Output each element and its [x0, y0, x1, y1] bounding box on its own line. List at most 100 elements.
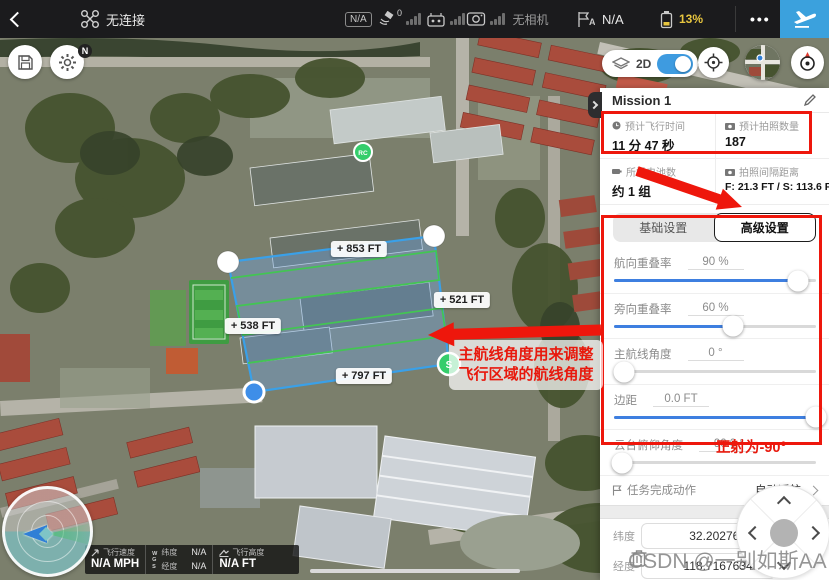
layers-icon	[612, 57, 630, 71]
gimbal-annotation: 正射为-90°	[716, 436, 786, 457]
locate-button[interactable]	[698, 47, 729, 78]
chevron-right-icon	[590, 101, 598, 109]
trash-icon	[630, 548, 648, 568]
slider-margin: 边距0.0 FT	[600, 385, 829, 431]
battery-status[interactable]: 13%	[660, 0, 703, 38]
map-mode-label: 2D	[636, 57, 651, 71]
slider-thumb[interactable]	[612, 452, 633, 473]
cross-icon: +	[440, 294, 446, 306]
battery-percent: 13%	[679, 12, 703, 26]
course-overlap-value[interactable]: 90 %	[688, 256, 744, 270]
slider-track[interactable]	[614, 325, 816, 328]
cross-icon: +	[342, 370, 348, 382]
slider-route-angle: 主航线角度0 °	[600, 339, 829, 385]
svg-text:S: S	[446, 360, 453, 371]
telemetry-altitude: 飞行高度 N/A FT	[212, 545, 270, 574]
mission-panel: Mission 1 预计飞行时间 11 分 47 秒 预计拍照数量 187	[600, 88, 829, 580]
map-2d-toggle[interactable]	[657, 54, 693, 74]
battery-icon	[660, 10, 673, 29]
edge-length-label: +538 FT	[225, 318, 281, 334]
nudge-down-icon[interactable]	[777, 556, 791, 570]
rc-status[interactable]	[426, 0, 465, 38]
svg-text:A: A	[589, 17, 595, 27]
edge-length-label: +521 FT	[434, 292, 490, 308]
map-mode-pill: 2D	[602, 50, 698, 77]
minimap-button[interactable]	[745, 45, 780, 80]
gps-signal-bars	[406, 13, 421, 25]
remote-controller-icon	[426, 11, 446, 28]
flag-icon	[612, 485, 622, 496]
app-root: S RC +853 FT +521 FT +538 FT +797 FT 无连接	[0, 0, 829, 580]
flight-mode-badge: N/A	[345, 12, 372, 27]
tab-advanced-settings[interactable]: 高级设置	[714, 213, 817, 242]
minimap-thumbnail	[745, 45, 780, 80]
slider-thumb[interactable]	[723, 316, 744, 337]
rc-mode-status[interactable]: A N/A	[576, 0, 624, 38]
edit-pencil-icon[interactable]	[803, 93, 817, 107]
slider-track[interactable]	[614, 461, 816, 464]
gps-status[interactable]: 0	[378, 0, 421, 38]
takeoff-airplane-icon	[793, 8, 817, 30]
gps-count: 0	[397, 8, 402, 18]
rc-mode-value: N/A	[602, 12, 624, 27]
dpad-center[interactable]	[770, 519, 798, 547]
slider-track[interactable]	[614, 416, 816, 419]
slider-thumb[interactable]	[614, 361, 635, 382]
aircraft-status[interactable]: 无连接	[80, 0, 145, 38]
nudge-left-icon[interactable]	[748, 526, 762, 540]
edge-length-label: +797 FT	[336, 368, 392, 384]
gear-icon	[58, 53, 77, 72]
battery-small-icon	[612, 167, 622, 176]
home-indicator[interactable]	[310, 569, 520, 573]
compass-north-badge: N	[78, 44, 92, 58]
drone-icon	[80, 9, 100, 29]
slider-thumb[interactable]	[787, 270, 808, 291]
stat-battery-count: 所需电池数 约 1 组	[600, 159, 715, 205]
slider-gimbal-pitch: 云台俯仰角度-90.0 ° 正射为-90°	[600, 430, 829, 476]
compass-reset-button[interactable]	[791, 46, 824, 79]
nudge-dpad[interactable]	[736, 485, 829, 579]
waypoint-handle-selected	[244, 382, 264, 402]
route-angle-value[interactable]: 0 °	[688, 347, 744, 361]
save-mission-button[interactable]	[8, 45, 42, 79]
speed-icon	[91, 548, 100, 557]
slider-track[interactable]	[614, 370, 816, 373]
camera-status-text: 无相机	[513, 11, 549, 28]
crosshair-target-icon	[704, 53, 723, 72]
datum-label: WGS	[152, 547, 157, 574]
margin-value[interactable]: 0.0 FT	[653, 393, 709, 407]
nudge-right-icon[interactable]	[806, 526, 820, 540]
more-menu-button[interactable]: •••	[750, 0, 771, 38]
compass-icon	[796, 51, 819, 74]
svg-text:RC: RC	[358, 150, 368, 157]
edge-length-label: +853 FT	[331, 241, 387, 257]
takeoff-button[interactable]	[780, 0, 829, 38]
tab-basic-settings[interactable]: 基础设置	[613, 213, 714, 242]
telemetry-bar: 飞行速度 N/A MPH WGS 纬度N/A 经度N/A 飞行高度 N/A FT	[85, 545, 299, 574]
altitude-icon	[219, 549, 229, 557]
back-button[interactable]	[12, 0, 23, 38]
top-status-bar: 无连接 N/A 0	[0, 0, 829, 38]
side-overlap-value[interactable]: 60 %	[688, 302, 744, 316]
back-icon	[10, 11, 26, 27]
mission-title: Mission 1	[612, 93, 671, 108]
telemetry-position: WGS 纬度N/A 经度N/A	[145, 545, 212, 574]
telemetry-speed: 飞行速度 N/A MPH	[85, 545, 145, 574]
sidebar-collapse-tab[interactable]	[588, 92, 602, 118]
clock-icon	[612, 121, 621, 130]
stat-photo-interval: 拍照间隔距离 F: 21.3 FT / S: 113.6 FT	[715, 159, 829, 205]
ellipsis-icon: •••	[750, 11, 771, 27]
slider-track[interactable]	[614, 279, 816, 282]
nudge-up-icon[interactable]	[777, 496, 791, 510]
waypoint-handle-top-right	[423, 225, 445, 247]
waypoint-handle-top-left	[217, 251, 239, 273]
attitude-compass[interactable]	[2, 486, 93, 577]
cross-icon: +	[337, 243, 343, 255]
flag-a-icon: A	[576, 11, 595, 28]
delete-waypoint-button[interactable]	[630, 548, 648, 568]
slider-thumb[interactable]	[806, 407, 827, 428]
stat-flight-time: 预计飞行时间 11 分 47 秒	[600, 113, 715, 159]
camera-status[interactable]: 无相机	[466, 0, 549, 38]
camera-icon	[466, 11, 486, 27]
cross-icon: +	[231, 320, 237, 332]
